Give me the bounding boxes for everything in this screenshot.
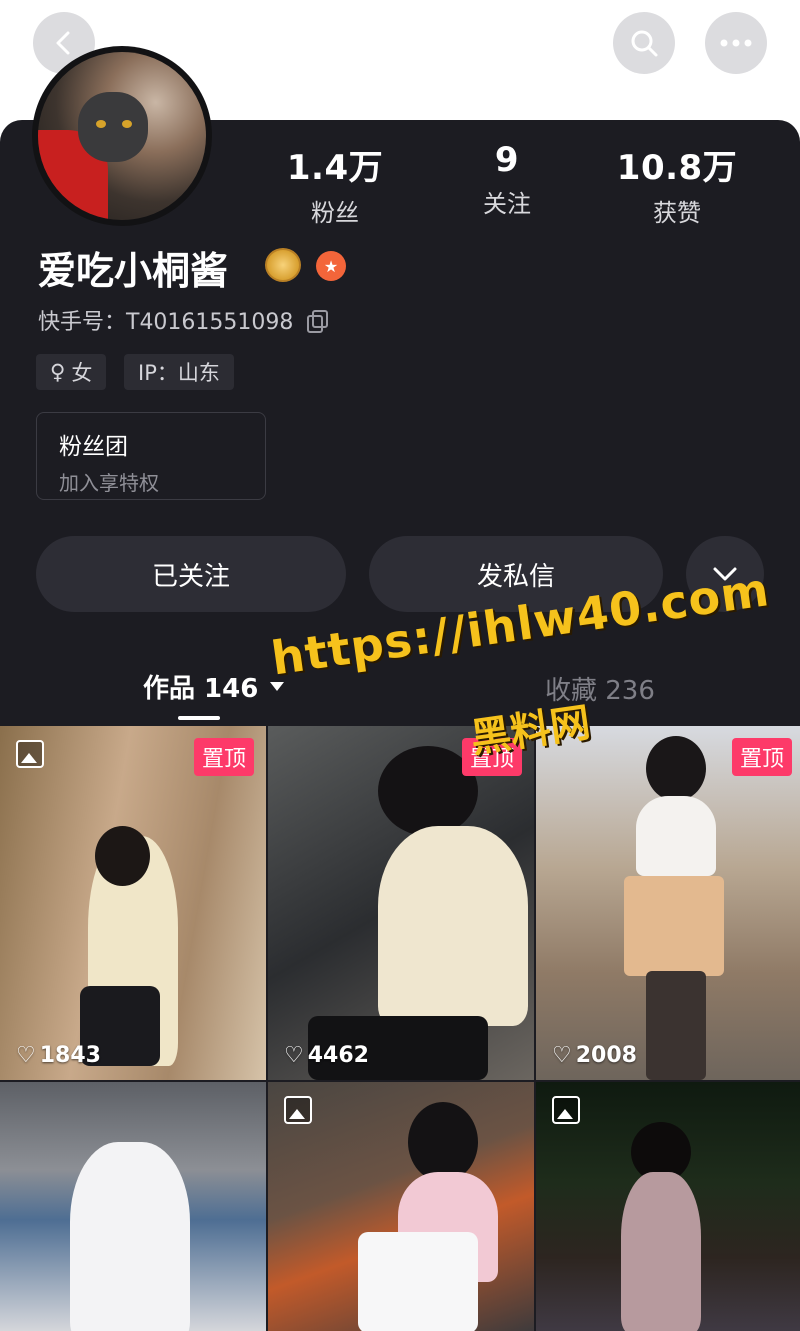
search-button[interactable]: [613, 12, 675, 74]
image-post-icon: [552, 1096, 580, 1124]
stat-value: 10.8万: [616, 148, 738, 188]
stat-value: 1.4万: [286, 148, 384, 188]
posts-grid: 置顶 ♡ 1843 置顶 ♡ 4462 置顶 ♡ 2008: [0, 726, 800, 1331]
pinned-badge: 置顶: [193, 738, 254, 776]
medal-badge-icon[interactable]: [265, 248, 301, 282]
search-icon: [631, 30, 658, 57]
star-badge-icon[interactable]: ★: [316, 251, 346, 281]
tab-works-label: 作品 146: [143, 674, 259, 704]
gender-tag: ♀ 女: [36, 354, 107, 390]
post-tile[interactable]: [536, 1082, 800, 1331]
heart-icon: ♡: [552, 1043, 572, 1068]
like-count: ♡ 1843: [16, 1043, 101, 1068]
pinned-badge: 置顶: [731, 738, 792, 776]
heart-icon: ♡: [284, 1043, 304, 1068]
female-icon: ♀: [50, 360, 66, 384]
ip-tag: IP：山东: [124, 354, 234, 390]
tab-works[interactable]: 作品 146: [143, 668, 285, 705]
post-tile[interactable]: 置顶 ♡ 2008: [536, 726, 800, 1080]
copy-icon[interactable]: [307, 310, 329, 333]
stat-label: 获赞: [653, 199, 701, 227]
post-tile[interactable]: [0, 1082, 266, 1331]
stat-value: 9: [494, 140, 520, 180]
stat-label: 粉丝: [311, 199, 359, 227]
follow-button[interactable]: 已关注: [36, 536, 346, 612]
post-tile[interactable]: 置顶 ♡ 1843: [0, 726, 266, 1080]
like-count-value: 4462: [307, 1043, 369, 1068]
like-count-value: 2008: [575, 1043, 637, 1068]
ip-tag-label: IP：山东: [138, 361, 220, 385]
kuaishou-id: 快手号：T40161551098: [38, 304, 329, 336]
kuaishou-id-text: 快手号：T40161551098: [38, 310, 294, 335]
gender-tag-label: 女: [71, 361, 93, 385]
fanclub-subtitle: 加入享特权: [59, 471, 159, 495]
fanclub-card[interactable]: 粉丝团 加入享特权: [36, 412, 266, 500]
stat-followers[interactable]: 1.4万 粉丝: [255, 140, 415, 228]
like-count-value: 1843: [39, 1043, 101, 1068]
post-tile[interactable]: 置顶 ♡ 4462: [268, 726, 534, 1080]
heart-icon: ♡: [16, 1043, 36, 1068]
more-button[interactable]: [705, 12, 767, 74]
fanclub-title: 粉丝团: [59, 434, 128, 460]
like-count: ♡ 2008: [552, 1043, 637, 1068]
avatar[interactable]: [32, 46, 212, 226]
profile-name: 爱吃小桐酱: [38, 249, 229, 293]
post-tile[interactable]: [268, 1082, 534, 1331]
tab-active-indicator: [178, 716, 220, 720]
stat-label: 关注: [483, 190, 531, 218]
like-count: ♡ 4462: [284, 1043, 369, 1068]
chevron-left-icon: [56, 31, 70, 55]
avatar-image: [38, 52, 206, 220]
ellipsis-icon: [720, 39, 752, 47]
image-post-icon: [16, 740, 44, 768]
stat-likes[interactable]: 10.8万 获赞: [597, 140, 757, 228]
stat-following[interactable]: 9 关注: [427, 140, 587, 219]
image-post-icon: [284, 1096, 312, 1124]
